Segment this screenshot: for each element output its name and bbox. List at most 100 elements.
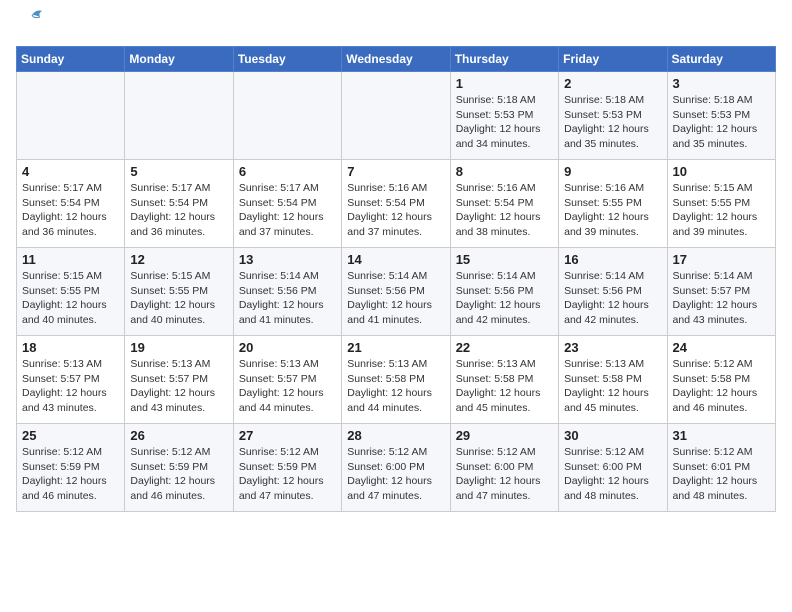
day-number: 28: [347, 428, 444, 443]
day-info: Sunrise: 5:16 AM Sunset: 5:55 PM Dayligh…: [564, 181, 661, 240]
day-info: Sunrise: 5:18 AM Sunset: 5:53 PM Dayligh…: [456, 93, 553, 152]
calendar-cell: [342, 72, 450, 160]
calendar-cell: [125, 72, 233, 160]
weekday-header-monday: Monday: [125, 47, 233, 72]
day-info: Sunrise: 5:17 AM Sunset: 5:54 PM Dayligh…: [130, 181, 227, 240]
day-info: Sunrise: 5:14 AM Sunset: 5:56 PM Dayligh…: [456, 269, 553, 328]
calendar-cell: 29 Sunrise: 5:12 AM Sunset: 6:00 PM Dayli…: [450, 424, 558, 512]
day-number: 20: [239, 340, 336, 355]
calendar-cell: 2Sunrise: 5:18 AM Sunset: 5:53 PM Daylig…: [559, 72, 667, 160]
calendar-week-row: 25 Sunrise: 5:12 AM Sunset: 5:59 PM Dayli…: [17, 424, 776, 512]
calendar-cell: 11 Sunrise: 5:15 AM Sunset: 5:55 PM Dayli…: [17, 248, 125, 336]
day-info: Sunrise: 5:12 AM Sunset: 6:01 PM Dayligh…: [673, 445, 770, 504]
weekday-header-wednesday: Wednesday: [342, 47, 450, 72]
calendar-cell: 6Sunrise: 5:17 AM Sunset: 5:54 PM Daylig…: [233, 160, 341, 248]
weekday-header-saturday: Saturday: [667, 47, 775, 72]
calendar-cell: 5 Sunrise: 5:17 AM Sunset: 5:54 PM Daylig…: [125, 160, 233, 248]
day-number: 17: [673, 252, 770, 267]
calendar-cell: 9 Sunrise: 5:16 AM Sunset: 5:55 PM Daylig…: [559, 160, 667, 248]
calendar-week-row: 1 Sunrise: 5:18 AM Sunset: 5:53 PM Daylig…: [17, 72, 776, 160]
calendar-cell: 28 Sunrise: 5:12 AM Sunset: 6:00 PM Dayli…: [342, 424, 450, 512]
day-info: Sunrise: 5:14 AM Sunset: 5:56 PM Dayligh…: [239, 269, 336, 328]
day-number: 8: [456, 164, 553, 179]
day-info: Sunrise: 5:17 AM Sunset: 5:54 PM Dayligh…: [239, 181, 336, 240]
calendar-cell: 21 Sunrise: 5:13 AM Sunset: 5:58 PM Dayli…: [342, 336, 450, 424]
day-info: Sunrise: 5:14 AM Sunset: 5:56 PM Dayligh…: [564, 269, 661, 328]
day-info: Sunrise: 5:13 AM Sunset: 5:57 PM Dayligh…: [22, 357, 119, 416]
weekday-header-thursday: Thursday: [450, 47, 558, 72]
calendar-cell: [17, 72, 125, 160]
calendar-cell: 12 Sunrise: 5:15 AM Sunset: 5:55 PM Dayli…: [125, 248, 233, 336]
day-info: Sunrise: 5:12 AM Sunset: 6:00 PM Dayligh…: [347, 445, 444, 504]
calendar-cell: 13 Sunrise: 5:14 AM Sunset: 5:56 PM Dayli…: [233, 248, 341, 336]
calendar-cell: 16 Sunrise: 5:14 AM Sunset: 5:56 PM Dayli…: [559, 248, 667, 336]
day-info: Sunrise: 5:16 AM Sunset: 5:54 PM Dayligh…: [456, 181, 553, 240]
day-number: 9: [564, 164, 661, 179]
weekday-header-sunday: Sunday: [17, 47, 125, 72]
day-number: 1: [456, 76, 553, 91]
day-info: Sunrise: 5:17 AM Sunset: 5:54 PM Dayligh…: [22, 181, 119, 240]
day-info: Sunrise: 5:18 AM Sunset: 5:53 PM Dayligh…: [673, 93, 770, 152]
day-number: 16: [564, 252, 661, 267]
calendar-cell: 10 Sunrise: 5:15 AM Sunset: 5:55 PM Dayli…: [667, 160, 775, 248]
calendar-cell: 19 Sunrise: 5:13 AM Sunset: 5:57 PM Dayli…: [125, 336, 233, 424]
calendar-cell: 22Sunrise: 5:13 AM Sunset: 5:58 PM Dayli…: [450, 336, 558, 424]
day-number: 14: [347, 252, 444, 267]
calendar-table: SundayMondayTuesdayWednesdayThursdayFrid…: [16, 46, 776, 512]
calendar-cell: 23 Sunrise: 5:13 AM Sunset: 5:58 PM Dayli…: [559, 336, 667, 424]
day-number: 21: [347, 340, 444, 355]
weekday-header-friday: Friday: [559, 47, 667, 72]
day-number: 10: [673, 164, 770, 179]
day-info: Sunrise: 5:13 AM Sunset: 5:58 PM Dayligh…: [564, 357, 661, 416]
day-number: 23: [564, 340, 661, 355]
weekday-header-tuesday: Tuesday: [233, 47, 341, 72]
day-info: Sunrise: 5:12 AM Sunset: 5:58 PM Dayligh…: [673, 357, 770, 416]
day-number: 25: [22, 428, 119, 443]
day-info: Sunrise: 5:13 AM Sunset: 5:57 PM Dayligh…: [239, 357, 336, 416]
day-info: Sunrise: 5:13 AM Sunset: 5:58 PM Dayligh…: [456, 357, 553, 416]
day-info: Sunrise: 5:14 AM Sunset: 5:56 PM Dayligh…: [347, 269, 444, 328]
day-info: Sunrise: 5:12 AM Sunset: 6:00 PM Dayligh…: [456, 445, 553, 504]
day-number: 11: [22, 252, 119, 267]
page-header: [16, 16, 776, 38]
calendar-cell: 26 Sunrise: 5:12 AM Sunset: 5:59 PM Dayli…: [125, 424, 233, 512]
logo-bird-icon: [18, 7, 46, 29]
day-number: 26: [130, 428, 227, 443]
day-number: 2: [564, 76, 661, 91]
day-info: Sunrise: 5:12 AM Sunset: 5:59 PM Dayligh…: [130, 445, 227, 504]
calendar-cell: 3 Sunrise: 5:18 AM Sunset: 5:53 PM Daylig…: [667, 72, 775, 160]
day-info: Sunrise: 5:16 AM Sunset: 5:54 PM Dayligh…: [347, 181, 444, 240]
day-number: 30: [564, 428, 661, 443]
day-number: 31: [673, 428, 770, 443]
day-number: 12: [130, 252, 227, 267]
day-info: Sunrise: 5:12 AM Sunset: 6:00 PM Dayligh…: [564, 445, 661, 504]
calendar-header-row: SundayMondayTuesdayWednesdayThursdayFrid…: [17, 47, 776, 72]
day-info: Sunrise: 5:14 AM Sunset: 5:57 PM Dayligh…: [673, 269, 770, 328]
day-number: 27: [239, 428, 336, 443]
day-number: 18: [22, 340, 119, 355]
calendar-week-row: 11 Sunrise: 5:15 AM Sunset: 5:55 PM Dayli…: [17, 248, 776, 336]
calendar-cell: 24Sunrise: 5:12 AM Sunset: 5:58 PM Dayli…: [667, 336, 775, 424]
calendar-cell: 25 Sunrise: 5:12 AM Sunset: 5:59 PM Dayli…: [17, 424, 125, 512]
day-number: 7: [347, 164, 444, 179]
day-info: Sunrise: 5:13 AM Sunset: 5:57 PM Dayligh…: [130, 357, 227, 416]
calendar-cell: 17 Sunrise: 5:14 AM Sunset: 5:57 PM Dayli…: [667, 248, 775, 336]
day-number: 19: [130, 340, 227, 355]
day-number: 5: [130, 164, 227, 179]
calendar-cell: 4 Sunrise: 5:17 AM Sunset: 5:54 PM Daylig…: [17, 160, 125, 248]
day-info: Sunrise: 5:15 AM Sunset: 5:55 PM Dayligh…: [673, 181, 770, 240]
calendar-cell: 1 Sunrise: 5:18 AM Sunset: 5:53 PM Daylig…: [450, 72, 558, 160]
calendar-cell: 31 Sunrise: 5:12 AM Sunset: 6:01 PM Dayli…: [667, 424, 775, 512]
day-number: 3: [673, 76, 770, 91]
day-info: Sunrise: 5:12 AM Sunset: 5:59 PM Dayligh…: [22, 445, 119, 504]
day-info: Sunrise: 5:15 AM Sunset: 5:55 PM Dayligh…: [22, 269, 119, 328]
calendar-cell: 27Sunrise: 5:12 AM Sunset: 5:59 PM Dayli…: [233, 424, 341, 512]
calendar-cell: 18 Sunrise: 5:13 AM Sunset: 5:57 PM Dayli…: [17, 336, 125, 424]
day-info: Sunrise: 5:15 AM Sunset: 5:55 PM Dayligh…: [130, 269, 227, 328]
day-info: Sunrise: 5:13 AM Sunset: 5:58 PM Dayligh…: [347, 357, 444, 416]
day-number: 4: [22, 164, 119, 179]
day-number: 29: [456, 428, 553, 443]
calendar-cell: 30 Sunrise: 5:12 AM Sunset: 6:00 PM Dayli…: [559, 424, 667, 512]
day-number: 13: [239, 252, 336, 267]
day-number: 15: [456, 252, 553, 267]
